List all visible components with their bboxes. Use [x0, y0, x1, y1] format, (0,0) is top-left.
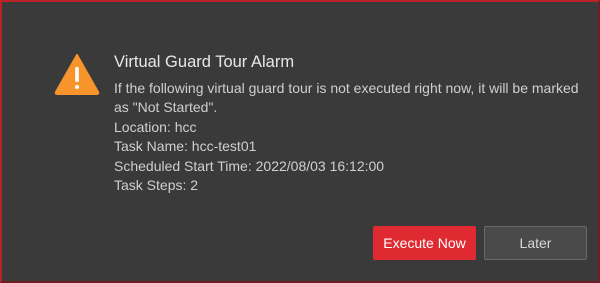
scheduled-start-text: Scheduled Start Time: 2022/08/03 16:12:0… [114, 157, 385, 174]
dialog-title: Virtual Guard Tour Alarm [114, 53, 295, 71]
execute-now-button[interactable]: Execute Now [373, 226, 476, 260]
alarm-dialog: Virtual Guard Tour Alarm If the followin… [0, 0, 600, 283]
later-button[interactable]: Later [484, 226, 587, 260]
warning-icon [54, 53, 100, 95]
task-name-text: Task Name: hcc-test01 [114, 138, 257, 155]
task-steps-text: Task Steps: 2 [114, 177, 199, 194]
location-text: Location: hcc [114, 118, 197, 135]
dialog-body: If the following virtual guard tour is n… [114, 79, 584, 195]
dialog-message: If the following virtual guard tour is n… [114, 80, 579, 116]
